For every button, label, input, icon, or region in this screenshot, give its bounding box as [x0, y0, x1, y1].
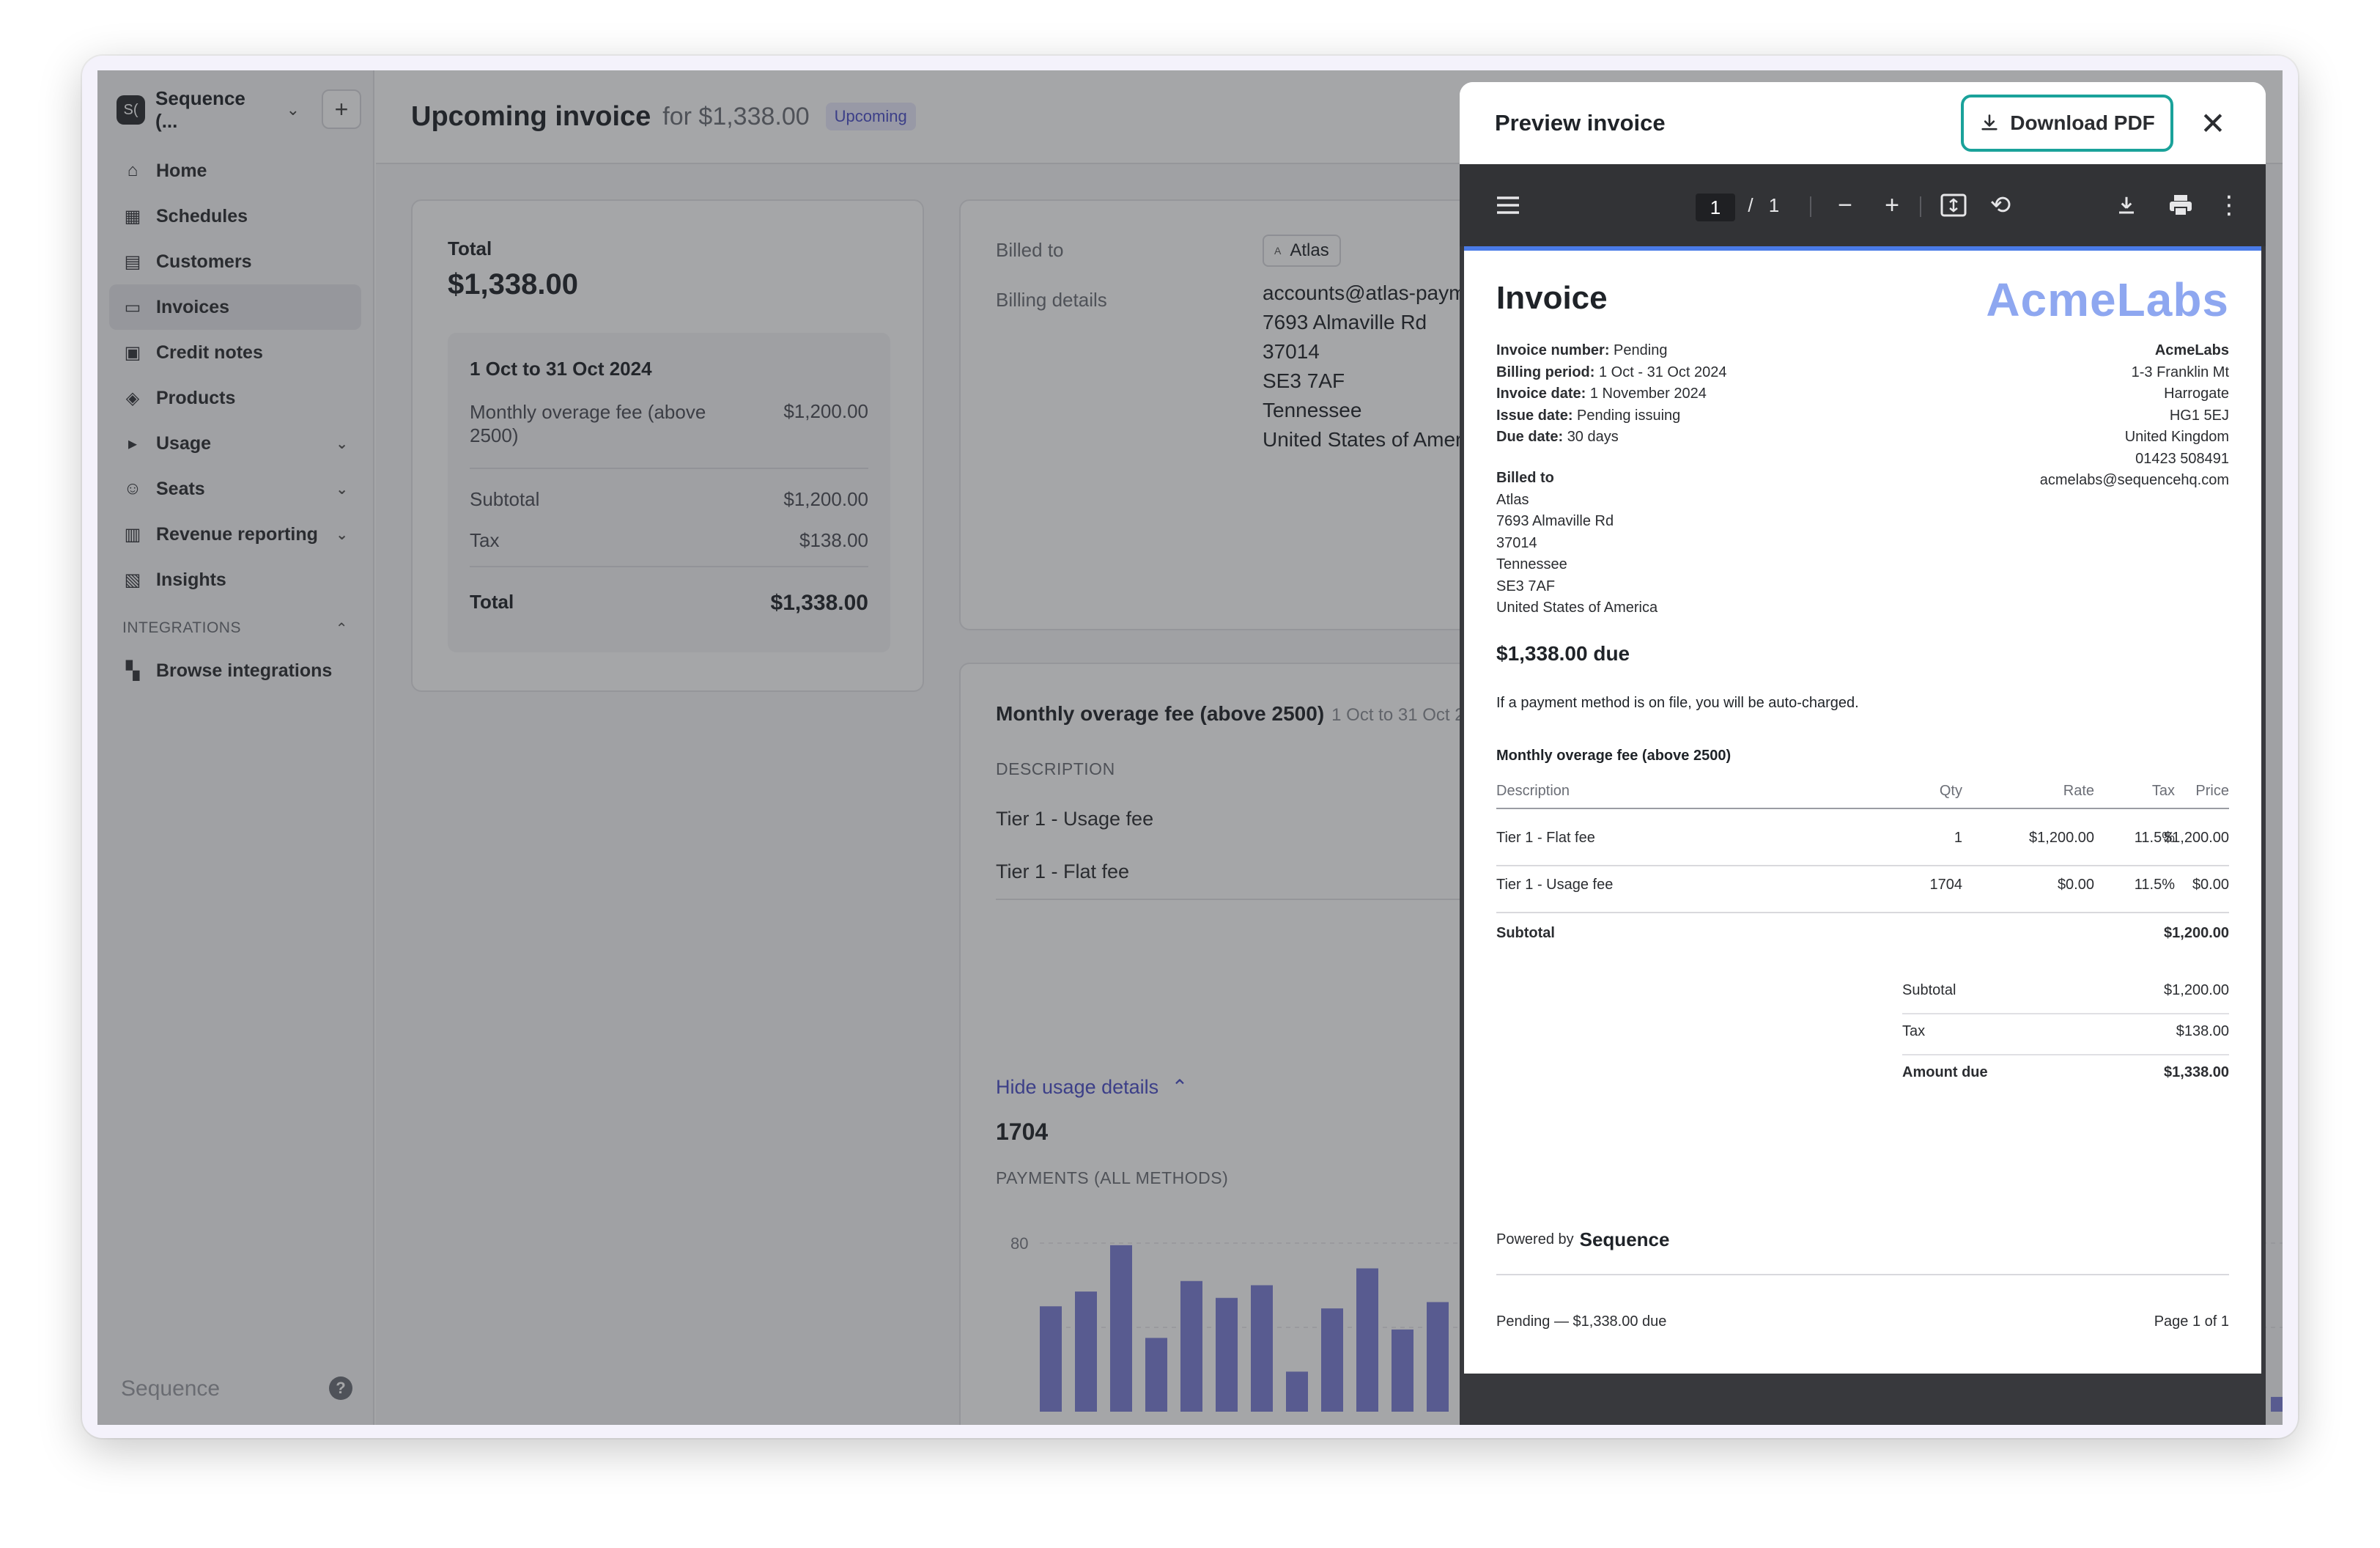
summary-label: Subtotal [1902, 982, 1956, 998]
address-line: Harrogate [2164, 386, 2229, 402]
table-cell: $0.00 [2192, 877, 2229, 893]
address-line: HG1 5EJ [2169, 407, 2229, 424]
address-line: 01423 508491 [2135, 450, 2229, 467]
close-icon[interactable]: ✕ [2192, 103, 2233, 144]
summary-value: $138.00 [2176, 1023, 2229, 1039]
line-subtotal-label: Subtotal [1496, 925, 1555, 941]
meta-row: Invoice number: Pending [1496, 342, 1668, 358]
more-options-icon[interactable]: ⋮ [2214, 186, 2244, 224]
page-number-input[interactable]: 1 [1696, 194, 1735, 221]
seller-address: AcmeLabs 1-3 Franklin Mt Harrogate HG1 5… [2040, 340, 2229, 492]
brand-logo: AcmeLabs [1986, 273, 2229, 326]
meta-row: Issue date: Pending issuing [1496, 407, 1681, 424]
modal-title: Preview invoice [1495, 110, 1666, 136]
amount-due-heading: $1,338.00 due [1496, 642, 1630, 665]
summary-divider [1902, 1013, 2229, 1014]
line-subtotal-value: $1,200.00 [2164, 925, 2229, 941]
download-pdf-button[interactable]: Download PDF [1961, 95, 2173, 152]
column-header: Description [1496, 783, 1570, 799]
meta-row: Invoice date: 1 November 2024 [1496, 386, 1707, 402]
toolbar-divider [1920, 196, 1921, 217]
summary-label: Tax [1902, 1023, 1926, 1039]
menu-icon[interactable] [1489, 186, 1527, 224]
pdf-toolbar: 1 / 1 − + ⟲ ⋮ [1460, 164, 2266, 246]
sequence-logo: Sequence [1579, 1228, 1670, 1250]
seller-email: acmelabs@sequencehq.com [2039, 472, 2229, 488]
address-line: United Kingdom [2124, 429, 2229, 445]
modal-header: Preview invoice Download PDF ✕ [1460, 82, 2266, 164]
table-divider [1496, 865, 2229, 866]
address-line: Tennessee [1496, 556, 1567, 572]
summary-label: Amount due [1902, 1064, 1988, 1080]
address-line: SE3 7AF [1496, 578, 1556, 594]
zoom-in-icon[interactable]: + [1873, 186, 1911, 224]
autocharge-note: If a payment method is on file, you will… [1496, 695, 1859, 711]
summary-divider [1902, 1054, 2229, 1055]
print-icon[interactable] [2162, 186, 2200, 224]
zoom-out-icon[interactable]: − [1826, 186, 1864, 224]
invoice-title: Invoice [1496, 280, 1608, 316]
billed-to-address: Billed to Atlas 7693 Almaville Rd 37014 … [1496, 468, 1658, 619]
table-cell: 1 [1954, 830, 1962, 846]
table-cell: 1704 [1929, 877, 1963, 893]
address-line: 37014 [1496, 534, 1537, 551]
table-divider [1496, 808, 2229, 809]
table-cell: Tier 1 - Flat fee [1496, 830, 1595, 846]
preview-invoice-modal: Preview invoice Download PDF ✕ 1 / 1 − +… [1460, 82, 2266, 1425]
meta-row: Billing period: 1 Oct - 31 Oct 2024 [1496, 364, 1727, 380]
summary-value: $1,338.00 [2164, 1064, 2229, 1080]
table-divider [1496, 912, 2229, 913]
download-icon[interactable] [2107, 186, 2146, 224]
column-header: Price [2195, 783, 2229, 799]
download-icon [1981, 114, 1998, 130]
page-total: 1 [1768, 194, 1780, 216]
download-pdf-label: Download PDF [2010, 111, 2155, 134]
invoice-meta: Invoice number: Pending Billing period: … [1496, 340, 1727, 449]
address-line: 7693 Almaville Rd [1496, 513, 1614, 529]
seller-name: AcmeLabs [2154, 342, 2229, 358]
address-line: 1-3 Franklin Mt [2131, 364, 2229, 380]
footer-divider [1496, 1274, 2229, 1275]
rotate-icon[interactable]: ⟲ [1981, 186, 2019, 224]
footer-status: Pending — $1,338.00 due [1496, 1313, 1667, 1330]
meta-row: Due date: 30 days [1496, 429, 1619, 445]
table-cell: $1,200.00 [2164, 830, 2229, 846]
powered-by: Powered by Sequence [1496, 1228, 1670, 1250]
pdf-viewer: 1 / 1 − + ⟲ ⋮ Invoice AcmeLabs Invoice n… [1460, 164, 2266, 1425]
summary-value: $1,200.00 [2164, 982, 2229, 998]
address-line: United States of America [1496, 600, 1658, 616]
line-item-title: Monthly overage fee (above 2500) [1496, 748, 1732, 764]
footer-page: Page 1 of 1 [2154, 1313, 2229, 1330]
fit-page-icon[interactable] [1934, 186, 1973, 224]
table-cell: Tier 1 - Usage fee [1496, 877, 1614, 893]
invoice-document: Invoice AcmeLabs Invoice number: Pending… [1464, 251, 2261, 1374]
column-header: Qty [1939, 783, 1962, 799]
page-separator: / [1748, 194, 1753, 216]
toolbar-divider [1810, 196, 1811, 217]
address-line: Atlas [1496, 491, 1529, 508]
billed-to-heading: Billed to [1496, 470, 1554, 486]
